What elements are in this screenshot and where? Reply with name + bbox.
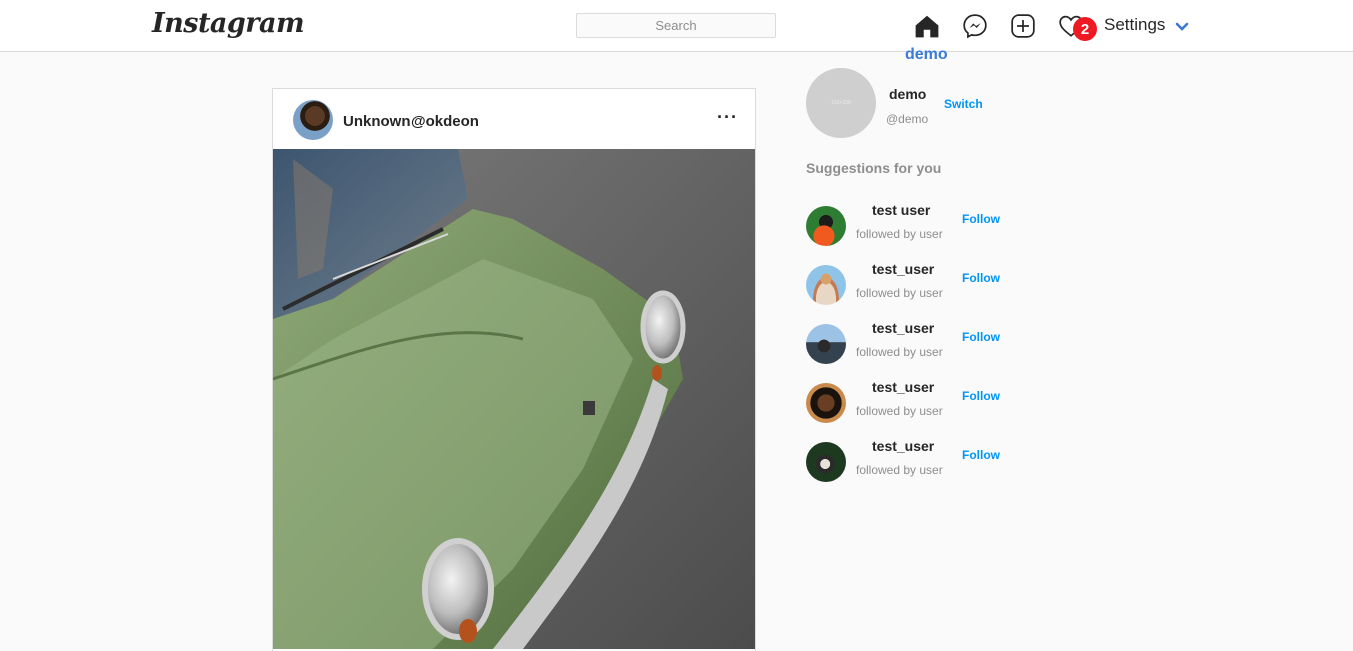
- follow-button[interactable]: Follow: [962, 448, 1000, 462]
- chevron-down-icon: [1176, 22, 1189, 31]
- post-header: Unknown @okdeon ···: [273, 89, 755, 149]
- suggestion-avatar[interactable]: [806, 442, 846, 482]
- settings-menu[interactable]: Settings: [1104, 15, 1189, 35]
- post-username[interactable]: Unknown: [343, 113, 411, 130]
- suggestion-item: test_user followed by user Follow: [806, 260, 1026, 310]
- follow-button[interactable]: Follow: [962, 271, 1000, 285]
- suggestion-name[interactable]: test_user: [872, 320, 934, 336]
- suggestion-subtitle: followed by user: [856, 463, 943, 477]
- post-handle[interactable]: @okdeon: [411, 113, 479, 130]
- settings-label: Settings: [1104, 15, 1166, 34]
- profile-avatar[interactable]: 150×150: [806, 68, 876, 138]
- switch-account-button[interactable]: Switch: [944, 97, 983, 111]
- suggestion-avatar[interactable]: [806, 206, 846, 246]
- suggestion-item: test_user followed by user Follow: [806, 319, 1026, 369]
- sidebar-title[interactable]: demo: [905, 46, 948, 64]
- notification-badge: 2: [1073, 17, 1097, 41]
- search-input[interactable]: [576, 13, 776, 38]
- suggestion-name[interactable]: test_user: [872, 261, 934, 277]
- suggestion-avatar[interactable]: [806, 324, 846, 364]
- home-icon[interactable]: [914, 13, 940, 39]
- suggestions-heading: Suggestions for you: [806, 160, 942, 176]
- new-post-icon[interactable]: [1010, 13, 1036, 39]
- suggestion-avatar[interactable]: [806, 265, 846, 305]
- suggestion-name[interactable]: test_user: [872, 438, 934, 454]
- messenger-icon[interactable]: [962, 13, 988, 39]
- more-icon[interactable]: ···: [717, 107, 738, 128]
- suggestion-item: test_user followed by user Follow: [806, 437, 1026, 487]
- follow-button[interactable]: Follow: [962, 330, 1000, 344]
- post-card: Unknown @okdeon ···: [272, 88, 756, 651]
- suggestion-subtitle: followed by user: [856, 345, 943, 359]
- suggestion-name[interactable]: test_user: [872, 379, 934, 395]
- follow-button[interactable]: Follow: [962, 389, 1000, 403]
- suggestion-avatar[interactable]: [806, 383, 846, 423]
- suggestion-subtitle: followed by user: [856, 404, 943, 418]
- suggestion-subtitle: followed by user: [856, 227, 943, 241]
- follow-button[interactable]: Follow: [962, 212, 1000, 226]
- instagram-logo[interactable]: Instagram: [152, 8, 305, 39]
- profile-name[interactable]: demo: [889, 86, 926, 102]
- profile-handle: @demo: [886, 112, 929, 126]
- suggestion-item: test user followed by user Follow: [806, 201, 1026, 251]
- top-navbar: Instagram 2 Settings: [0, 0, 1353, 52]
- post-image[interactable]: [273, 149, 755, 649]
- suggestion-item: test_user followed by user Follow: [806, 378, 1026, 428]
- suggestion-subtitle: followed by user: [856, 286, 943, 300]
- post-author-avatar[interactable]: [293, 100, 333, 140]
- suggestion-name[interactable]: test user: [872, 202, 930, 218]
